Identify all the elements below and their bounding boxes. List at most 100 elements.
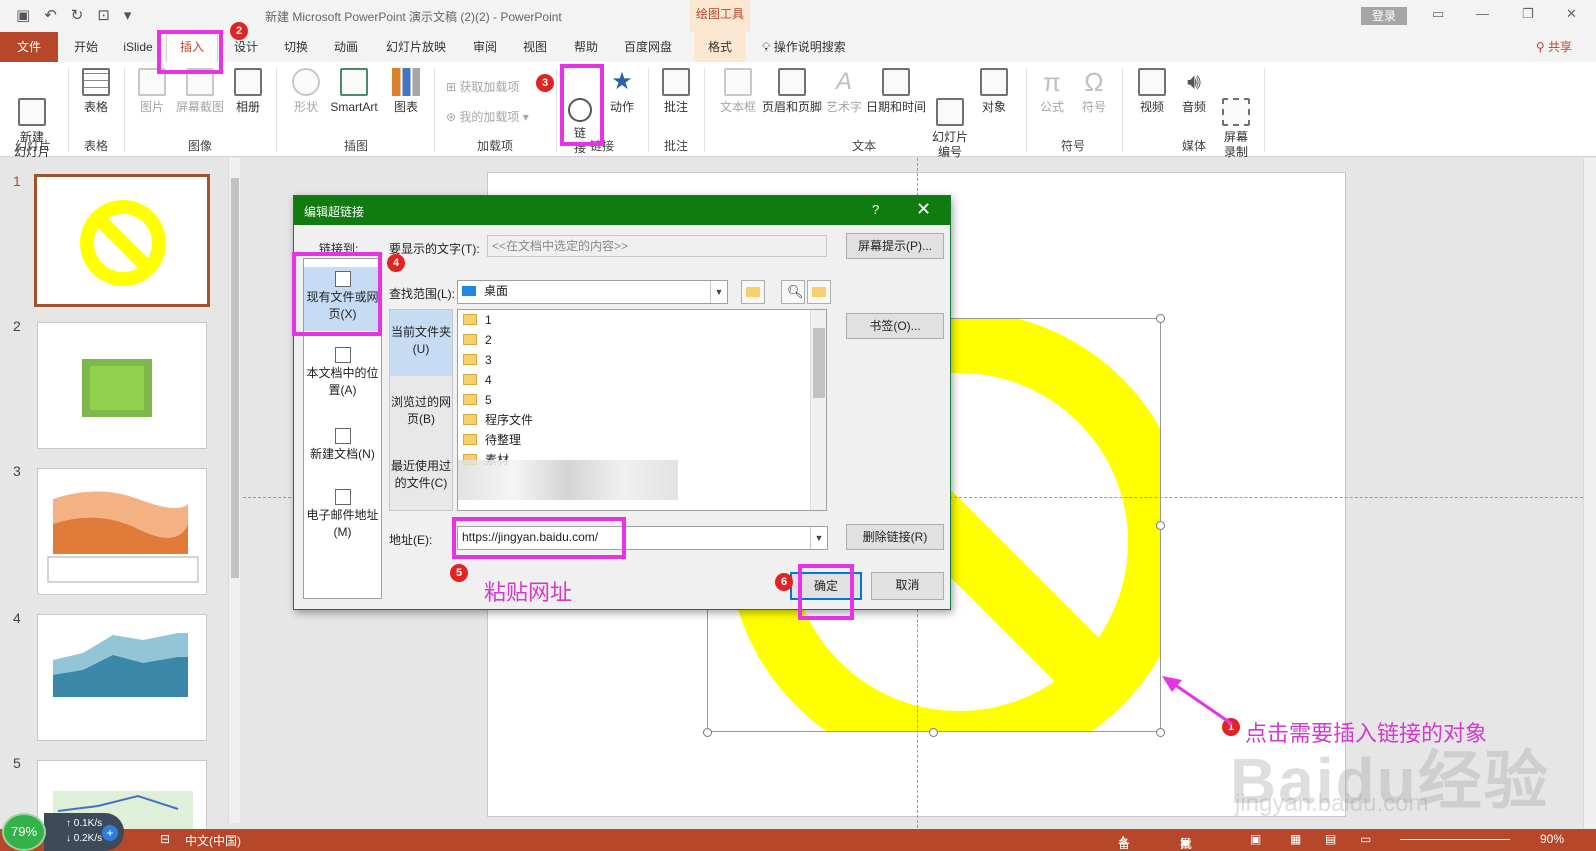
close-icon[interactable]: ✕ [1566,6,1577,22]
bookmark-button[interactable]: 书签(O)... [846,313,944,339]
slide-thumbnail-2[interactable] [37,322,207,449]
textbox-button[interactable]: 文本框 [716,68,760,115]
plus-icon[interactable]: + [102,825,118,841]
slide-scrollbar[interactable] [1583,158,1596,828]
scroll-thumb[interactable] [813,328,825,398]
memory-percent[interactable]: 79% [2,813,46,851]
zoom-slider[interactable] [1400,839,1510,840]
slide-sorter-icon[interactable]: ▦ [1290,832,1301,846]
undo-icon[interactable]: ↶ [44,6,57,26]
window-title: 新建 Microsoft PowerPoint 演示文稿 (2)(2) - Po… [265,10,562,24]
nav-current-folder[interactable]: 当前文件夹(U) [390,310,452,376]
up-folder-button[interactable] [741,280,765,304]
link-to-new-document[interactable]: 新建文档(N) [304,424,381,468]
link-to-email[interactable]: 电子邮件地址(M) [304,485,381,545]
browse-web-button[interactable]: 🔍︎ [781,280,805,304]
tab-animations[interactable]: 动画 [326,32,366,62]
table-button[interactable]: 表格 [76,68,116,115]
tab-baidu-netdisk[interactable]: 百度网盘 [618,32,678,62]
audio-button[interactable]: 🔊︎ 音频 [1174,68,1214,115]
screenshot-button[interactable]: 屏幕截图 [174,68,226,115]
normal-view-icon[interactable]: ▣ [1250,832,1261,846]
list-item[interactable]: 程序文件 [463,410,533,430]
slide-thumbnail-4[interactable] [37,614,207,741]
nav-browsed-pages[interactable]: 浏览过的网页(B) [390,380,452,440]
shapes-button[interactable]: 形状 [286,68,326,115]
list-item[interactable]: 4 [463,370,492,390]
thumbnails-scrollbar[interactable] [228,158,240,823]
file-list-scrollbar[interactable] [810,310,826,510]
close-icon[interactable]: ✕ [916,199,931,220]
tab-islide[interactable]: iSlide [116,32,160,62]
slide-thumbnail-1[interactable] [34,174,210,307]
minimize-icon[interactable]: — [1476,6,1489,21]
redo-icon[interactable]: ↻ [71,6,84,26]
chevron-down-icon[interactable]: ▼ [810,527,827,549]
restore-icon[interactable]: ❐ [1522,6,1534,22]
header-footer-button[interactable]: 页眉和页脚 [762,68,822,115]
tab-view[interactable]: 视图 [515,32,555,62]
resize-handle[interactable] [1156,314,1165,323]
reading-view-icon[interactable]: ▤ [1325,832,1336,846]
zoom-level[interactable]: 90% [1540,832,1564,846]
baidu-watermark-url: jingyan.baidu.com [1235,790,1429,817]
new-document-icon [334,428,351,444]
tell-me-search[interactable]: 💡︎ 操作说明搜索 [762,32,882,62]
action-button[interactable]: ★ 动作 [604,68,640,115]
comment-button[interactable]: 批注 [656,68,696,115]
save-icon[interactable]: ▣ [16,6,30,26]
wordart-button[interactable]: A 艺术字 [824,68,864,115]
screentip-button[interactable]: 屏幕提示(P)... [846,233,944,259]
remove-link-button[interactable]: 删除链接(R) [846,524,944,550]
list-item[interactable]: 3 [463,350,492,370]
cancel-button[interactable]: 取消 [871,572,944,600]
tab-review[interactable]: 审阅 [465,32,505,62]
browse-file-button[interactable] [807,280,831,304]
tab-transitions[interactable]: 切换 [276,32,316,62]
link-to-place-in-document[interactable]: 本文档中的位置(A) [304,343,381,403]
slide-thumbnail-3[interactable] [37,468,207,595]
display-text-input[interactable]: <<在文档中选定的内容>> [487,235,827,257]
resize-handle[interactable] [929,728,938,737]
look-in-combobox[interactable]: 桌面 ▼ [457,280,728,304]
equation-button[interactable]: π 公式 [1034,68,1070,115]
album-button[interactable]: 相册 [228,68,268,115]
list-item[interactable]: 5 [463,390,492,410]
tab-slideshow[interactable]: 幻灯片放映 [380,32,452,62]
my-addins-button[interactable]: ⊛ 我的加载项 ▾ [446,108,529,125]
slideshow-icon[interactable]: ▭ [1360,832,1371,846]
customize-icon[interactable]: ▾ [124,6,132,26]
list-item[interactable]: 待整理 [463,430,521,450]
get-addins-button[interactable]: ⊞ 获取加载项 [446,78,519,95]
tab-help[interactable]: 帮助 [566,32,606,62]
link-to-new-label: 新建文档(N) [310,447,375,461]
scroll-thumb[interactable] [231,178,239,578]
arrow-icon [1162,676,1233,726]
file-list[interactable]: 1 2 3 4 5 程序文件 待整理 素材 [457,309,827,511]
nav-recent-files[interactable]: 最近使用过的文件(C) [390,444,452,508]
tab-file[interactable]: 文件 [0,32,58,62]
help-icon[interactable]: ? [872,202,879,217]
share-button[interactable]: ⚲ 共享 [1536,32,1572,62]
resize-handle[interactable] [703,728,712,737]
present-icon[interactable]: ⊡ [97,6,110,26]
resize-handle[interactable] [1156,521,1165,530]
smartart-button[interactable]: SmartArt [326,68,382,115]
chart-button[interactable]: 图表 [386,68,426,115]
wordart-icon: A [835,68,852,95]
chevron-down-icon[interactable]: ▼ [710,281,727,303]
tab-home[interactable]: 开始 [66,32,106,62]
login-button[interactable]: 登录 [1361,7,1407,25]
picture-button[interactable]: 图片 [132,68,172,115]
language-status[interactable]: 中文(中国) [185,832,241,849]
datetime-button[interactable]: 日期和时间 [866,68,926,115]
tab-format[interactable]: 格式 [694,32,746,62]
lightbulb-icon: 💡︎ [762,40,774,54]
list-item[interactable]: 2 [463,330,492,350]
list-item[interactable]: 1 [463,310,492,330]
symbol-button[interactable]: Ω 符号 [1076,68,1112,115]
video-button[interactable]: 视频 [1132,68,1172,115]
spellcheck-icon[interactable]: ⊟ [160,832,170,846]
object-button[interactable]: 对象 [976,68,1012,115]
ribbon-display-icon[interactable]: ▭ [1432,6,1444,22]
